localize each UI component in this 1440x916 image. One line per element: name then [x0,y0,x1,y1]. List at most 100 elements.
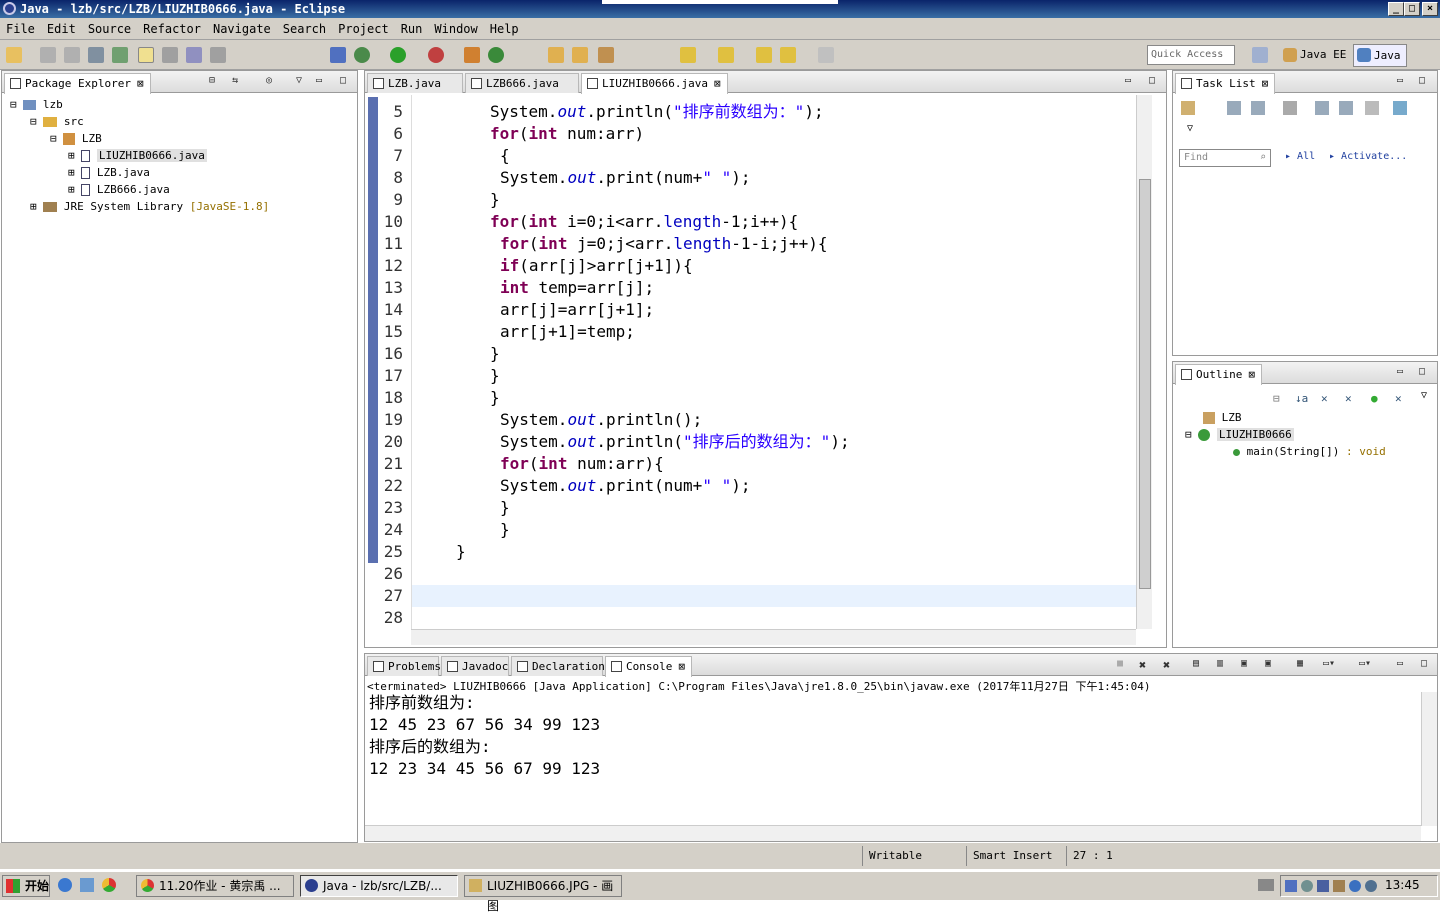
task-eclipse-window[interactable]: Java - lzb/src/LZB/... [300,875,458,897]
scheduled-icon[interactable] [1251,101,1265,115]
focus-icon[interactable]: ◎ [266,75,272,86]
forward-icon[interactable] [818,47,834,63]
view-menu-icon[interactable]: ▽ [1421,390,1427,401]
menu-edit[interactable]: Edit [41,18,82,36]
show-on-output-icon[interactable]: ▣ [1241,658,1247,669]
outline-method[interactable]: main(String[]) : void [1233,443,1386,460]
minimize-view-icon[interactable]: ▭ [1397,75,1403,86]
menu-project[interactable]: Project [332,18,395,36]
focus-icon[interactable] [1283,101,1297,115]
view-menu-icon[interactable]: ▽ [1187,123,1193,134]
synchronize-icon[interactable] [1339,101,1353,115]
console-vertical-scrollbar[interactable] [1421,692,1437,826]
pin-console-icon[interactable]: ▦ [1297,658,1303,669]
tree-node-file-liuzhib[interactable]: ⊞ LIUZHIB0666.java [68,147,207,164]
perspective-java-ee[interactable]: Java EE [1280,45,1348,67]
hide-nonpublic-icon[interactable]: ● [1371,392,1378,405]
close-icon[interactable]: ⊠ [714,77,721,90]
close-icon[interactable]: ⊠ [678,660,685,673]
tab-package-explorer[interactable]: Package Explorer ⊠ [4,73,151,94]
terminate-icon[interactable]: ■ [1117,658,1123,669]
tree-node-jre[interactable]: ⊞ JRE System Library [JavaSE-1.8] [30,198,269,215]
previous-annotation-icon[interactable] [718,47,734,63]
close-icon[interactable]: ⊠ [137,77,144,90]
keyboard-icon[interactable] [1258,879,1274,891]
menu-search[interactable]: Search [277,18,332,36]
tray-network-icon[interactable] [1285,880,1297,892]
console-output[interactable]: 排序前数组为: 12 45 23 67 56 34 99 123 排序后的数组为… [369,692,1419,824]
tab-lzb666-java[interactable]: LZB666.java [465,73,579,93]
minimize-view-icon[interactable]: ▭ [1397,366,1403,377]
menu-source[interactable]: Source [82,18,137,36]
editor-horizontal-scrollbar[interactable] [411,629,1136,645]
new-java-class-icon[interactable] [488,47,504,63]
minimize-view-icon[interactable]: ▭ [1125,75,1131,86]
tree-node-package[interactable]: ⊟ LZB [50,130,102,147]
external-tools-icon[interactable] [428,47,444,63]
tab-task-list[interactable]: Task List ⊠ [1175,73,1276,94]
ie-icon[interactable] [58,878,72,892]
back-icon[interactable] [780,47,796,63]
show-whitespace-icon[interactable] [186,47,202,63]
toggle-block-icon[interactable] [162,47,178,63]
menu-help[interactable]: Help [484,18,525,36]
tray-app-icon[interactable] [1317,880,1329,892]
run-icon[interactable] [390,47,406,63]
remove-all-launches-icon[interactable]: ✖ [1163,658,1170,672]
close-icon[interactable]: ⊠ [1262,77,1269,90]
show-on-error-icon[interactable]: ▣ [1265,658,1271,669]
maximize-view-icon[interactable]: □ [1421,658,1427,669]
maximize-button[interactable]: □ [1404,2,1420,16]
open-task-icon[interactable] [572,47,588,63]
sync-icon[interactable] [1393,101,1407,115]
collapse-all-icon[interactable] [1365,101,1379,115]
menu-window[interactable]: Window [428,18,483,36]
save-all-icon[interactable] [64,47,80,63]
window-title-bar[interactable]: Java - lzb/src/LZB/LIUZHIB0666.java - Ec… [0,0,1440,18]
scrollbar-thumb[interactable] [1139,179,1151,589]
maximize-view-icon[interactable]: □ [1419,75,1425,86]
tray-app-icon[interactable] [1349,880,1361,892]
hide-static-icon[interactable]: ✕ [1345,392,1352,405]
skip-breakpoints-icon[interactable] [330,47,346,63]
open-perspective-icon[interactable] [1252,47,1268,63]
save-icon[interactable] [40,47,56,63]
toggle-mark-icon[interactable] [138,47,154,63]
close-button[interactable]: × [1422,2,1438,16]
collapse-all-icon[interactable]: ⊟ [209,75,215,86]
display-console-icon[interactable]: ▭▾ [1323,658,1335,669]
close-icon[interactable]: ⊠ [1248,368,1255,381]
tray-app-icon[interactable] [1365,880,1377,892]
new-task-icon[interactable] [1181,101,1195,115]
tab-problems[interactable]: Problems [367,656,441,676]
new-icon[interactable] [6,47,22,63]
collapse-all-icon[interactable]: ⊟ [1273,392,1280,405]
console-horizontal-scrollbar[interactable] [365,825,1421,841]
hide-completed-icon[interactable] [1315,101,1329,115]
pilcrow-icon[interactable] [210,47,226,63]
outline-package[interactable]: LZB [1203,409,1242,426]
debug-icon[interactable] [354,47,370,63]
start-button[interactable]: 开始 [2,875,50,897]
search-icon[interactable] [598,47,614,63]
sort-icon[interactable]: ↓a [1295,392,1308,405]
tab-declaration[interactable]: Declaration [511,656,605,676]
tree-node-file-lzb666[interactable]: ⊞ LZB666.java [68,181,170,198]
tray-app-icon[interactable] [1333,880,1345,892]
task-find-input[interactable]: Find ⌕ [1179,149,1271,167]
maximize-view-icon[interactable]: □ [340,75,346,86]
menu-run[interactable]: Run [395,18,429,36]
link-with-editor-icon[interactable]: ⇆ [232,75,238,86]
last-edit-location-icon[interactable] [756,47,772,63]
task-chrome-window[interactable]: 11.20作业 - 黄宗禹 ... [136,875,294,897]
print-icon[interactable] [88,47,104,63]
tab-console[interactable]: Console ⊠ [605,656,692,677]
tree-node-project[interactable]: ⊟ lzb [10,96,63,113]
categorized-icon[interactable] [1227,101,1241,115]
task-filter-all[interactable]: ▸ All [1285,151,1315,162]
task-activate-link[interactable]: ▸ Activate... [1329,151,1407,162]
chrome-icon[interactable] [102,878,116,892]
tab-outline[interactable]: Outline ⊠ [1175,364,1262,385]
scroll-lock-icon[interactable]: ▥ [1217,658,1223,669]
code-area[interactable]: System.out.println("排序前数组为："); for(int n… [411,95,1136,629]
